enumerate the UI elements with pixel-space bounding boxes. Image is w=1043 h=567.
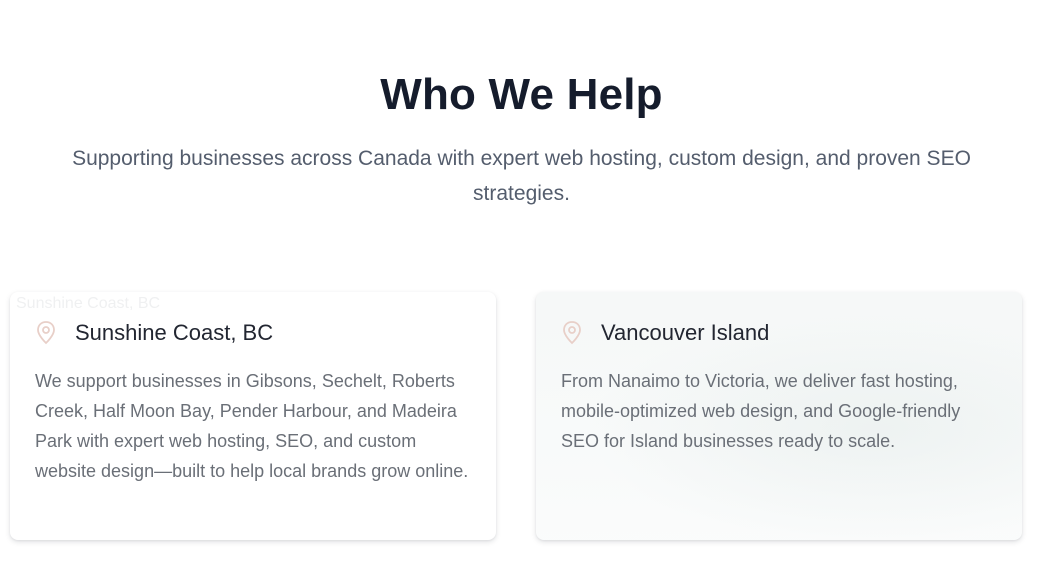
who-we-help-section: Who We Help Supporting businesses across… xyxy=(0,0,1043,567)
card-description: From Nanaimo to Victoria, we deliver fas… xyxy=(561,371,961,451)
card-image-alt-text: Sunshine Coast, BC xyxy=(16,295,161,312)
location-card-vancouver-island: Vancouver Island From Nanaimo to Victori… xyxy=(536,292,1022,540)
location-card-sunshine-coast: Sunshine Coast, BC Sunshine Coast, BC We… xyxy=(10,292,496,540)
map-pin-icon xyxy=(561,320,583,346)
section-title: Who We Help xyxy=(380,70,663,119)
card-header: Vancouver Island xyxy=(561,320,769,346)
card-description: We support businesses in Gibsons, Sechel… xyxy=(35,371,469,481)
card-header: Sunshine Coast, BC xyxy=(35,320,273,346)
card-title: Vancouver Island xyxy=(601,320,770,345)
card-title: Sunshine Coast, BC xyxy=(75,320,274,345)
section-subtitle: Supporting businesses across Canada with… xyxy=(72,147,971,205)
map-pin-icon xyxy=(35,320,57,346)
